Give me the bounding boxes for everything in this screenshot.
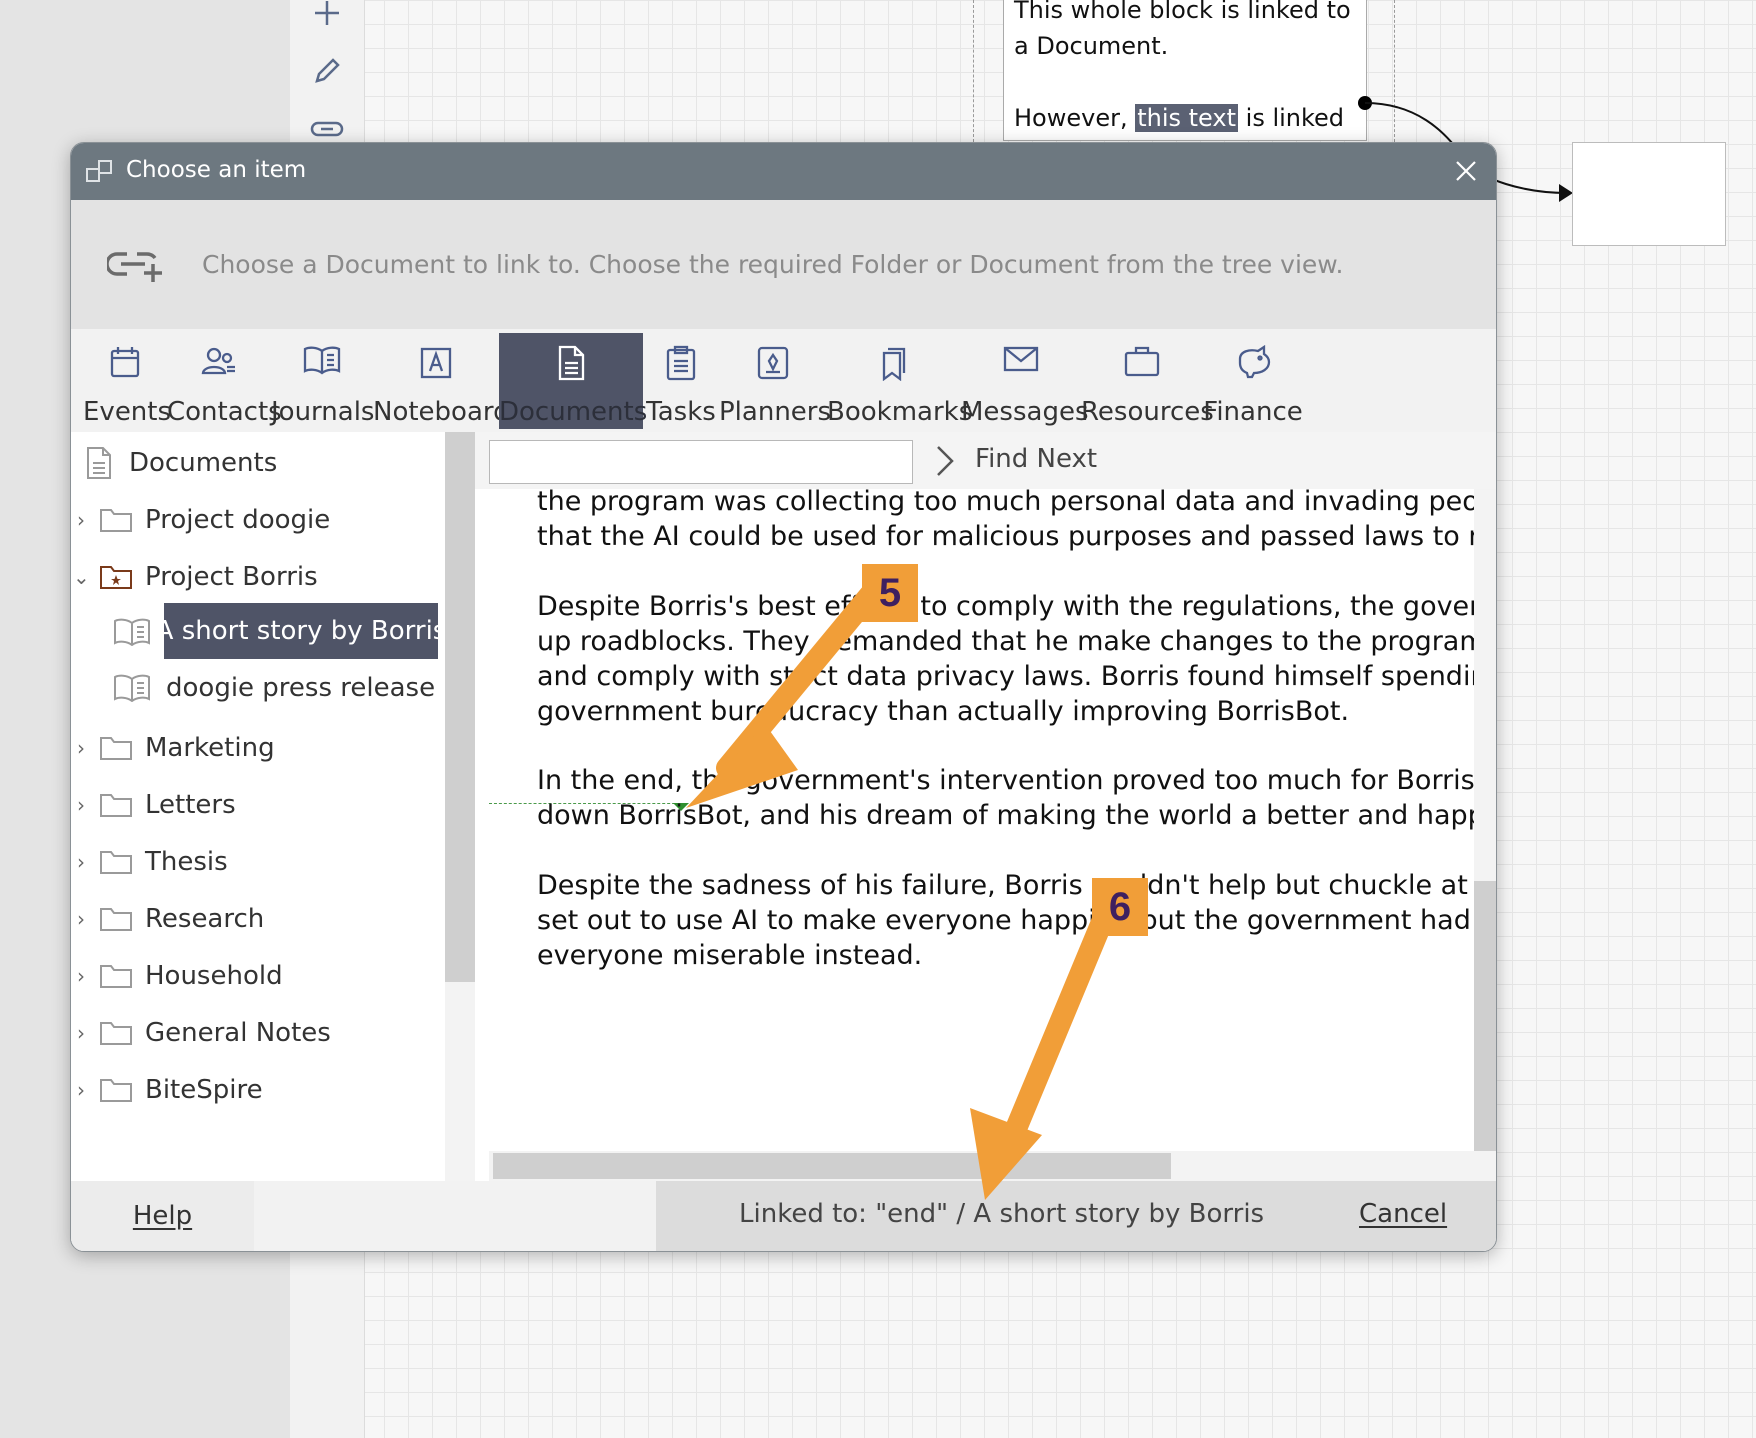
callout-badge-6: 6 (1092, 878, 1148, 936)
callout-badge-5: 5 (862, 564, 918, 622)
annotation-arrows (686, 584, 1118, 1200)
